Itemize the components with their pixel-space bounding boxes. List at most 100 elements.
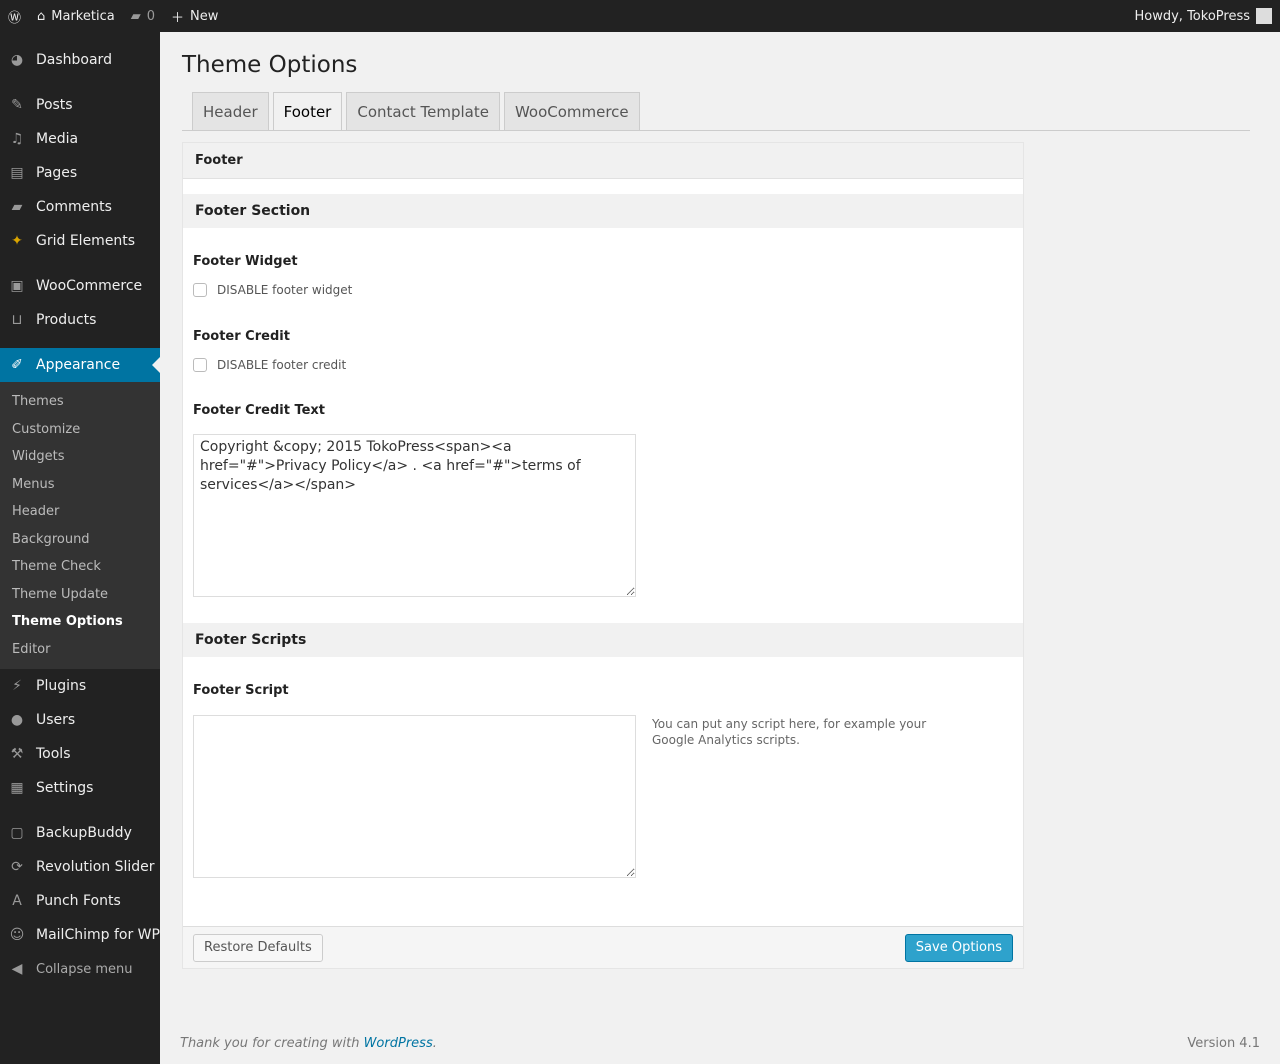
footer-script-help: You can put any script here, for example… [652, 717, 927, 747]
menu-label: Comments [36, 199, 112, 215]
menu-backupbuddy[interactable]: ▢ BackupBuddy [0, 816, 160, 850]
tab-contact-template[interactable]: Contact Template [346, 92, 500, 130]
menu-tools[interactable]: ⚒ Tools [0, 737, 160, 771]
settings-icon: ▦ [10, 780, 24, 796]
tab-woocommerce[interactable]: WooCommerce [503, 92, 640, 130]
menu-appearance[interactable]: ✐ Appearance [0, 348, 160, 382]
menu-label: Dashboard [36, 52, 112, 68]
checkbox[interactable] [193, 358, 207, 372]
menu-label: Posts [36, 97, 73, 113]
comments-count: 0 [146, 8, 155, 24]
site-link[interactable]: ⌂ Marketica [29, 0, 123, 32]
menu-label: Tools [36, 746, 71, 762]
pages-icon: ▤ [10, 165, 24, 181]
tab-header[interactable]: Header [192, 92, 269, 130]
disable-footer-widget-checkbox[interactable]: DISABLE footer widget [183, 283, 1023, 297]
new-label: New [190, 8, 219, 24]
collapse-icon: ◀ [11, 961, 23, 977]
menu-punch-fonts[interactable]: A Punch Fonts [0, 884, 160, 918]
submenu-header[interactable]: Header [0, 498, 160, 526]
comment-icon: ▰ [130, 8, 141, 24]
admin-bar: Ⓦ ⌂ Marketica ▰ 0 ＋ New Howdy, TokoPress [0, 0, 1280, 32]
menu-mailchimp[interactable]: ☺ MailChimp for WP [0, 918, 160, 952]
footer-script-input[interactable] [193, 715, 636, 878]
grid-elements-icon: ✦ [11, 233, 23, 249]
checkbox-label: DISABLE footer widget [217, 283, 353, 297]
menu-users[interactable]: ● Users [0, 703, 160, 737]
panel-title: Footer [183, 143, 1023, 179]
submenu-background[interactable]: Background [0, 526, 160, 554]
submenu-themes[interactable]: Themes [0, 388, 160, 416]
menu-label: Revolution Slider [36, 859, 155, 875]
wrench-icon: ⚒ [10, 746, 24, 762]
menu-label: Plugins [36, 678, 87, 694]
appearance-submenu: Themes Customize Widgets Menus Header Ba… [0, 382, 160, 669]
options-panel: Footer Footer Section Footer Widget DISA… [182, 142, 1024, 969]
restore-defaults-button[interactable]: Restore Defaults [193, 933, 323, 962]
comment-icon: ▰ [11, 199, 23, 215]
home-icon: ⌂ [37, 8, 46, 24]
comments-link[interactable]: ▰ 0 [123, 0, 163, 32]
wordpress-logo-icon[interactable]: Ⓦ [0, 0, 29, 32]
menu-label: Collapse menu [36, 961, 133, 977]
menu-woocommerce[interactable]: ▣ WooCommerce [0, 269, 160, 303]
menu-label: Pages [36, 165, 78, 181]
user-icon: ● [10, 712, 24, 728]
disable-footer-credit-checkbox[interactable]: DISABLE footer credit [183, 358, 1023, 372]
menu-revolution-slider[interactable]: ⟳ Revolution Slider [0, 850, 160, 884]
menu-label: Grid Elements [36, 233, 136, 249]
admin-sidebar: ◕ Dashboard ✎ Posts ♫ Media ▤ Pages ▰ Comment… [0, 32, 160, 1064]
submenu-widgets[interactable]: Widgets [0, 443, 160, 471]
howdy-text: Howdy, TokoPress [1134, 8, 1251, 24]
footer-credit-text-input[interactable]: Copyright &copy; 2015 TokoPress<span><a … [193, 434, 636, 597]
footer-widget-label: Footer Widget [193, 254, 298, 269]
submenu-menus[interactable]: Menus [0, 471, 160, 499]
tab-footer[interactable]: Footer [272, 92, 343, 130]
submenu-editor[interactable]: Editor [0, 636, 160, 664]
wordpress-link[interactable]: WordPress [364, 1036, 433, 1051]
cart-icon: ⊔ [11, 312, 23, 328]
footer-period: . [432, 1036, 437, 1051]
woo-icon: ▣ [10, 278, 24, 294]
submenu-theme-update[interactable]: Theme Update [0, 581, 160, 609]
tab-bar: Header Footer Contact Template WooCommer… [182, 92, 1250, 131]
backup-icon: ▢ [10, 825, 24, 841]
section-heading-footer: Footer Section [183, 194, 1023, 228]
footer-credit-label: Footer Credit [193, 329, 290, 344]
main-content: Theme Options Header Footer Contact Temp… [182, 32, 1260, 969]
menu-comments[interactable]: ▰ Comments [0, 190, 160, 224]
dashboard-icon: ◕ [10, 52, 24, 68]
menu-label: Appearance [36, 357, 121, 373]
menu-pages[interactable]: ▤ Pages [0, 156, 160, 190]
save-options-button[interactable]: Save Options [904, 933, 1013, 962]
media-icon: ♫ [10, 131, 24, 147]
menu-settings[interactable]: ▦ Settings [0, 771, 160, 805]
menu-plugins[interactable]: ⚡ Plugins [0, 669, 160, 703]
collapse-menu[interactable]: ◀ Collapse menu [0, 952, 160, 986]
menu-dashboard[interactable]: ◕ Dashboard [0, 43, 160, 77]
checkbox-label: DISABLE footer credit [217, 358, 347, 372]
brush-icon: ✐ [11, 357, 23, 373]
submenu-theme-options[interactable]: Theme Options [0, 608, 160, 636]
avatar [1256, 8, 1272, 24]
menu-grid-elements[interactable]: ✦ Grid Elements [0, 224, 160, 258]
plus-icon: ＋ [170, 10, 184, 26]
menu-products[interactable]: ⊔ Products [0, 303, 160, 337]
checkbox[interactable] [193, 283, 207, 297]
refresh-icon: ⟳ [11, 859, 23, 875]
menu-posts[interactable]: ✎ Posts [0, 88, 160, 122]
submenu-theme-check[interactable]: Theme Check [0, 553, 160, 581]
panel-footer: Restore Defaults Save Options [183, 926, 1023, 968]
menu-media[interactable]: ♫ Media [0, 122, 160, 156]
admin-footer: Thank you for creating with WordPress. V… [180, 1036, 1260, 1051]
menu-label: WooCommerce [36, 278, 143, 294]
menu-label: Settings [36, 780, 94, 796]
section-heading-scripts: Footer Scripts [183, 623, 1023, 657]
account-menu[interactable]: Howdy, TokoPress [1135, 8, 1280, 24]
font-icon: A [12, 893, 22, 909]
new-link[interactable]: ＋ New [163, 0, 226, 32]
menu-label: Products [36, 312, 97, 328]
plug-icon: ⚡ [12, 678, 22, 694]
footer-credit-text-label: Footer Credit Text [193, 403, 326, 418]
submenu-customize[interactable]: Customize [0, 416, 160, 444]
